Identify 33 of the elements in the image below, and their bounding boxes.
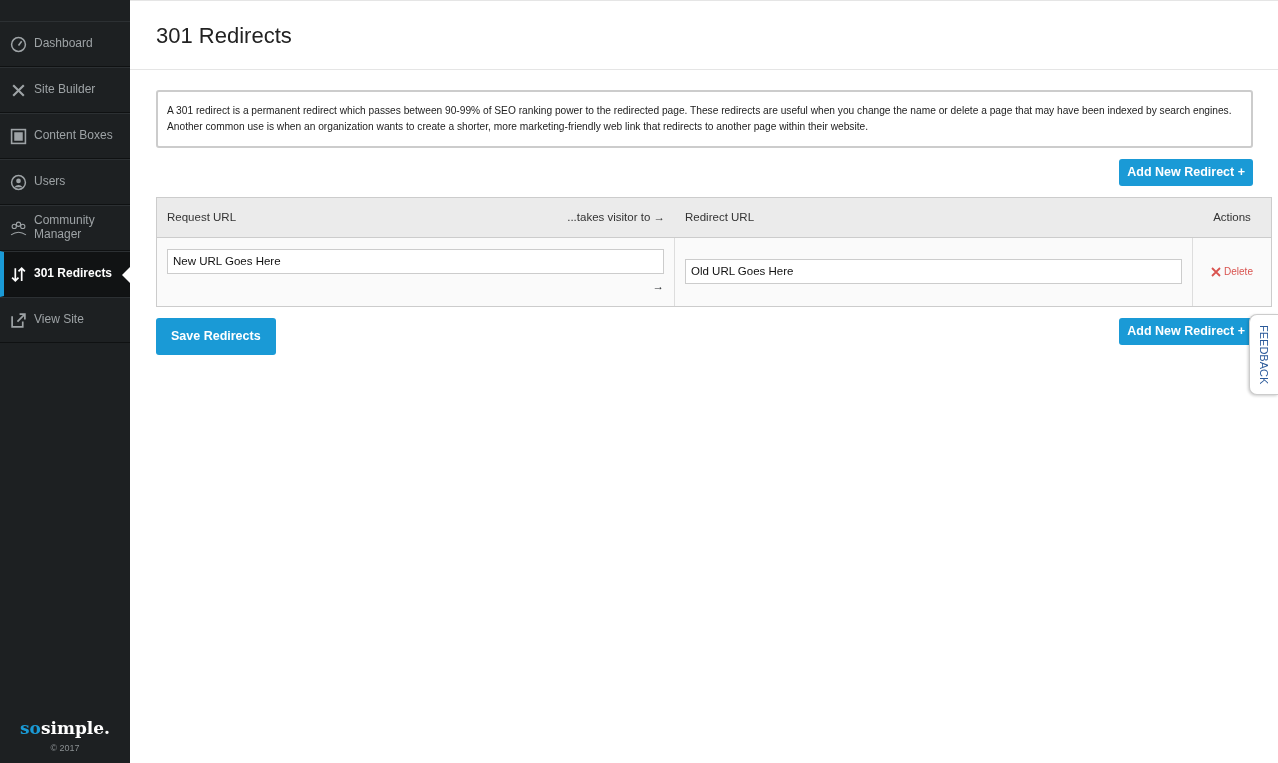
feedback-tab[interactable]: FEEDBACK — [1248, 314, 1278, 396]
column-header: Redirect URL — [685, 210, 755, 223]
redirect-url-field[interactable]: Old URL Goes Here — [685, 259, 1182, 285]
sidebar-item[interactable]: Content Boxes — [0, 113, 130, 159]
sidebar-item[interactable]: Dashboard — [0, 21, 130, 67]
copyright-text: © 2017 — [49, 741, 81, 755]
user-icon — [10, 173, 27, 191]
external-link-icon — [10, 311, 27, 329]
sidebar-label: Content Boxes — [34, 129, 113, 143]
delete-button[interactable]: Delete — [1211, 264, 1253, 280]
sidebar-item[interactable]: 301 Redirects — [0, 251, 130, 297]
sidebar-label: 301 Redirects — [34, 267, 113, 281]
arrow-text: → — [652, 279, 664, 292]
column-header: Actions — [1213, 210, 1251, 223]
logo-text: sosimple. — [19, 717, 111, 740]
gauge-icon — [10, 35, 27, 53]
content-box-icon — [10, 127, 27, 145]
sidebar-label: Dashboard — [34, 37, 93, 51]
sidebar-item[interactable]: Site Builder — [0, 67, 130, 113]
description-box: A 301 redirect is a permanent redirect which passes between 90-99% of SEO ranking power to the redirected page. These redirects are useful when you change the name or delete a page that may have been indexed by search engines. Another common use is when an organization wants to create a shorter, more marketing-friendly web link that redirects to another page within their website. — [156, 90, 1253, 148]
sidebar-item[interactable]: View Site — [0, 297, 130, 343]
group-icon — [10, 219, 27, 237]
request-url-field[interactable]: New URL Goes Here — [167, 248, 664, 274]
sidebar-item[interactable]: Users — [0, 159, 130, 205]
sidebar-label: Users — [34, 175, 66, 189]
sidebar-label: Community Manager — [34, 214, 96, 242]
close-icon — [1211, 266, 1222, 277]
up-down-arrows-icon — [10, 265, 27, 283]
sidebar-label: View Site — [34, 313, 84, 327]
sidebar-label: Site Builder — [34, 83, 96, 97]
column-header: Request URL — [167, 209, 237, 225]
page-title: 301 Redirects — [130, 1, 1278, 71]
column-header: ...takes visitor to → — [567, 209, 665, 225]
